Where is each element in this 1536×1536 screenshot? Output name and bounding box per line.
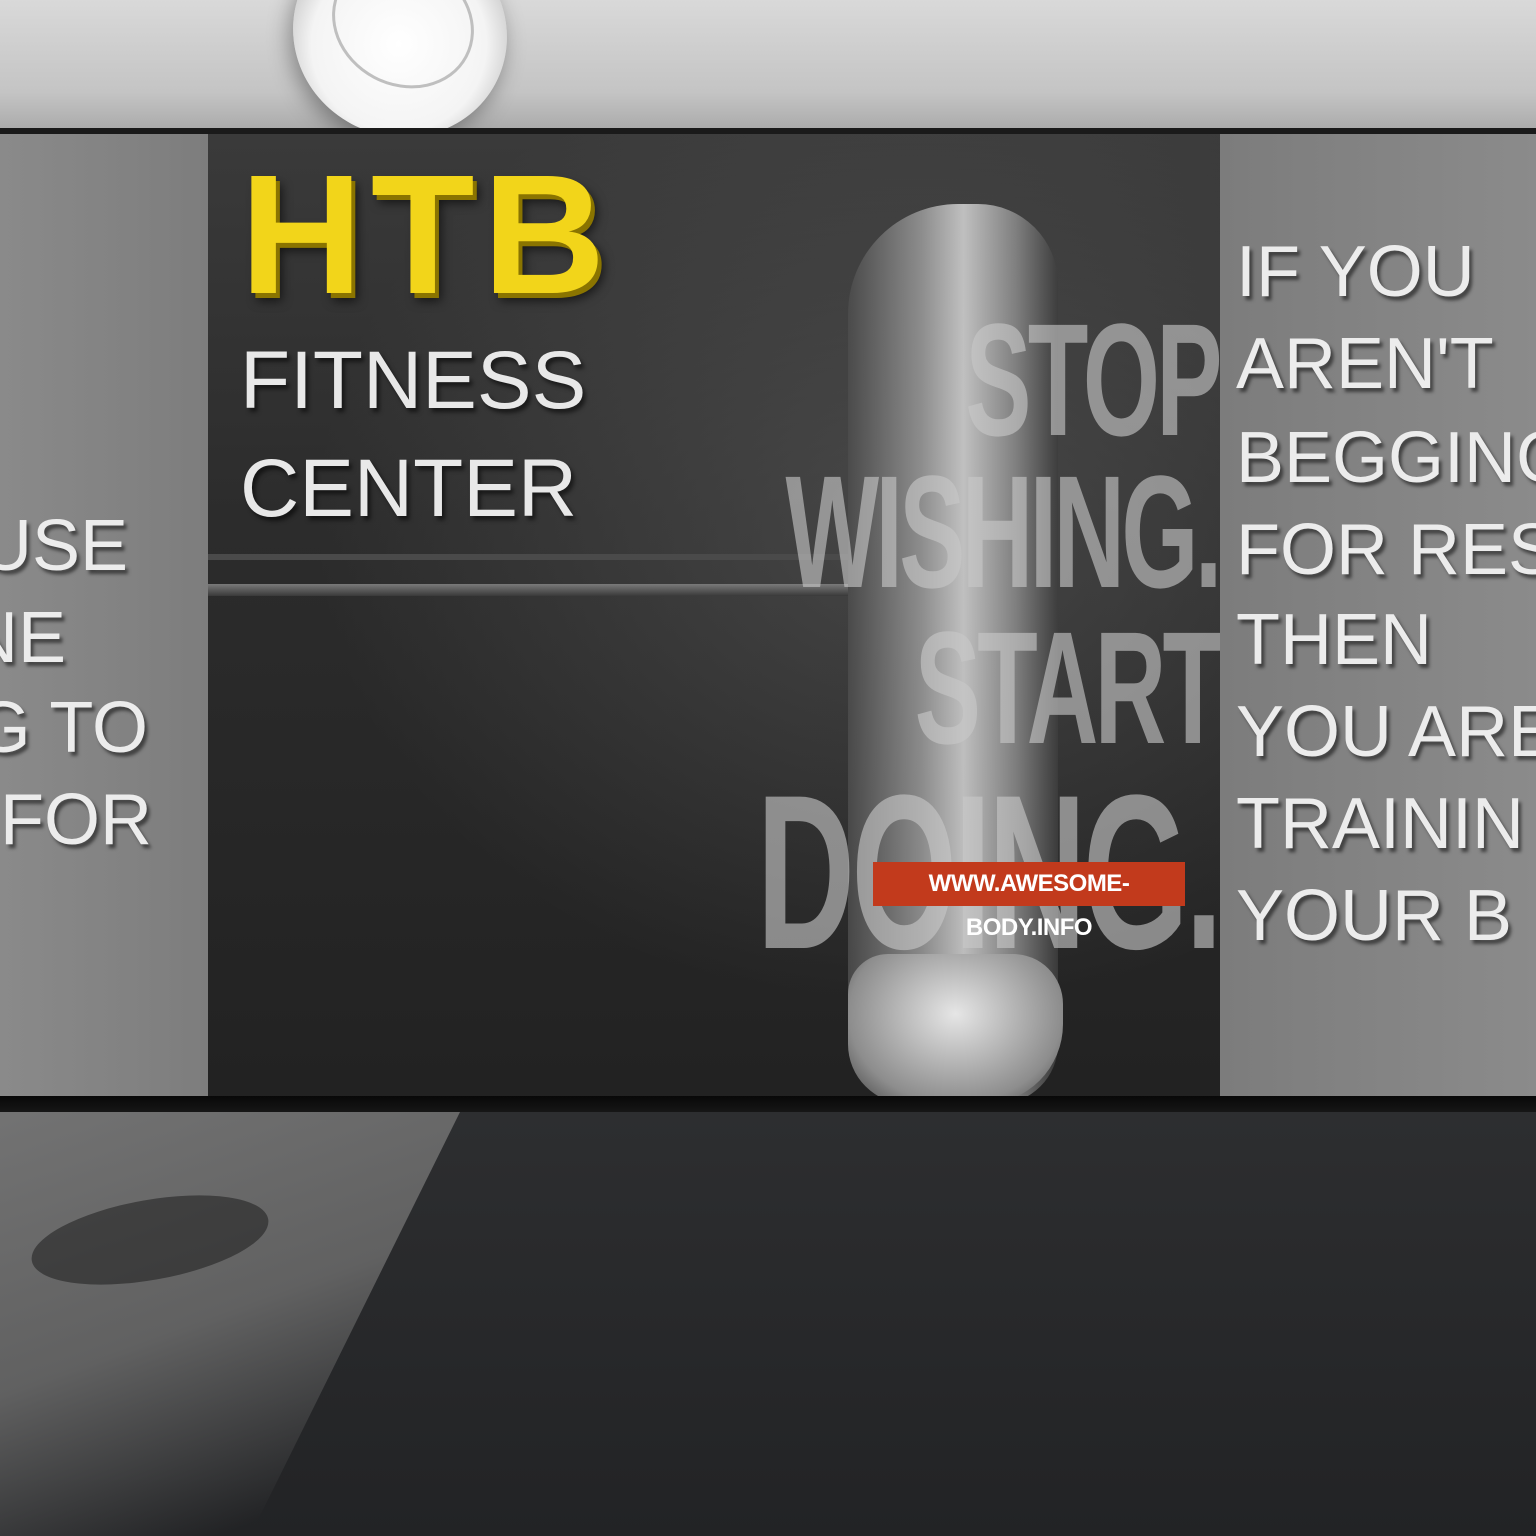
quote-line: G TO <box>0 688 148 768</box>
quote-line: YOUR B <box>1236 876 1513 956</box>
quote-line: FOR <box>0 780 152 860</box>
left-wall-quote: USE NE G TO FOR <box>0 0 208 1096</box>
quote-line: YOU ARE <box>1236 692 1536 772</box>
barbell <box>208 584 848 596</box>
gym-subtitle: FITNESS <box>240 335 587 426</box>
right-wall-quote: IF YOU AREN'T BEGGING FOR RES THEN YOU A… <box>1220 0 1536 1096</box>
motto-line: STOP <box>965 290 1220 469</box>
gym-subtitle: CENTER <box>240 443 578 534</box>
motto-line: WISHING. <box>785 442 1220 621</box>
poster-url-badge: WWW.AWESOME-BODY.INFO <box>873 862 1185 941</box>
quote-line: AREN'T <box>1236 324 1494 404</box>
barbell-shadow <box>208 554 848 560</box>
quote-line: TRAININ <box>1236 784 1524 864</box>
quote-line: USE <box>0 506 128 586</box>
quote-line: NE <box>0 598 66 678</box>
motto-line: START <box>914 598 1220 777</box>
gym-logo-title: HTB <box>240 140 614 330</box>
quote-line: IF YOU <box>1236 232 1475 312</box>
quote-line: FOR RES <box>1236 510 1536 590</box>
quote-line: THEN <box>1236 600 1432 680</box>
quote-line: BEGGING <box>1236 418 1536 498</box>
